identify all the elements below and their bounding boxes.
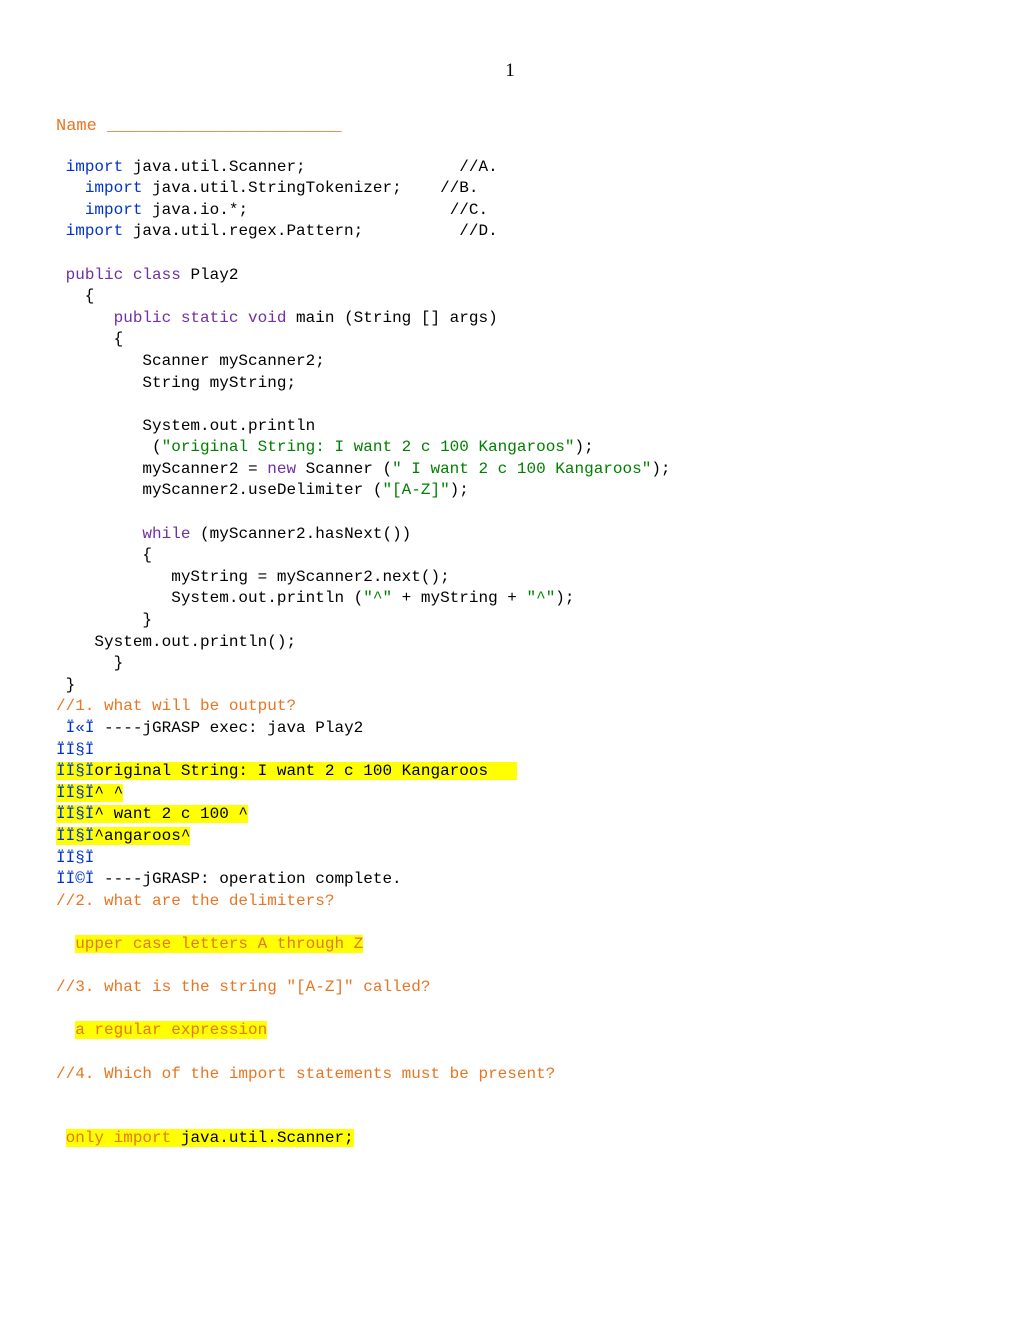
jgrasp-prefix: ÏÏ§Ï (56, 784, 94, 802)
cmt-c: //C. (450, 201, 488, 219)
close-paren: ); (651, 460, 670, 478)
kw-import: import (66, 158, 124, 176)
document-content: Name _______________________ import java… (0, 116, 1020, 1150)
while-cond: (myScanner2.hasNext()) (190, 525, 411, 543)
println-call: System.out.println (56, 417, 315, 435)
kw-import: import (66, 222, 124, 240)
assign-scanner-post: Scanner ( (296, 460, 392, 478)
output-caret3: ^angaroos^ (94, 827, 190, 845)
str-scanner-arg: " I want 2 c 100 Kangaroos" (392, 460, 651, 478)
q4-prompt: //4. Which of the import statements must… (56, 1065, 555, 1083)
assign-scanner-pre: myScanner2 = (56, 460, 267, 478)
method-close: } (56, 654, 123, 672)
output-caret2: ^ want 2 c 100 ^ (94, 805, 248, 823)
jgrasp-prefix: Ï«Ï (66, 719, 95, 737)
use-delim-pre: myScanner2.useDelimiter ( (56, 481, 382, 499)
plus-mystr: + myString + (392, 589, 526, 607)
kw-class: class (133, 266, 181, 284)
import-c: java.io.*; (142, 201, 248, 219)
jgrasp-prefix: ÏÏ§Ï (56, 827, 94, 845)
caret1: "^" (363, 589, 392, 607)
cmt-a: //A. (459, 158, 497, 176)
jgrasp-prefix: ÏÏ§Ï (56, 762, 94, 780)
jgrasp-complete: ----jGRASP: operation complete. (94, 870, 401, 888)
import-b: java.util.StringTokenizer; (142, 179, 401, 197)
jgrasp-exec: ----jGRASP exec: java Play2 (94, 719, 363, 737)
import-a: java.util.Scanner; (123, 158, 305, 176)
kw-while: while (142, 525, 190, 543)
q3-prompt: //3. what is the string "[A-Z]" called? (56, 978, 430, 996)
jgrasp-prefix: ÏÏ§Ï (56, 805, 94, 823)
kw-public: public (114, 309, 172, 327)
assign-next: myString = myScanner2.next(); (56, 568, 450, 586)
q2-prompt: //2. what are the delimiters? (56, 892, 334, 910)
page-number: 1 (0, 0, 1020, 116)
decl-scanner: Scanner myScanner2; (56, 352, 325, 370)
q3-answer: a regular expression (75, 1021, 267, 1039)
import-d: java.util.regex.Pattern; (123, 222, 363, 240)
decl-string: String myString; (56, 374, 296, 392)
str-original: "original String: I want 2 c 100 Kangaro… (162, 438, 575, 456)
jgrasp-prefix: ÏÏ©Ï (56, 870, 94, 888)
cmt-b: //B. (440, 179, 478, 197)
kw-import: import (85, 179, 143, 197)
q4-answer-post: java.util.Scanner; (171, 1129, 353, 1147)
output-original: original String: I want 2 c 100 Kangaroo… (94, 762, 516, 780)
close-paren: ); (555, 589, 574, 607)
class-name: Play2 (190, 266, 238, 284)
paren-close: ); (575, 438, 594, 456)
code-block: import java.util.Scanner; //A. import ja… (56, 157, 1020, 697)
q1-prompt: //1. what will be output? (56, 697, 296, 715)
kw-public: public (66, 266, 124, 284)
print-line-pre: System.out.println ( (56, 589, 363, 607)
main-sig: main (String [] args) (286, 309, 497, 327)
while-close: } (56, 611, 152, 629)
kw-void: void (248, 309, 286, 327)
class-close: } (56, 676, 75, 694)
kw-new: new (267, 460, 296, 478)
jgrasp-prefix: ÏÏ§Ï (56, 741, 94, 759)
while-open: { (56, 546, 152, 564)
kw-import: import (85, 201, 143, 219)
paren-open: ( (56, 438, 162, 456)
final-println: System.out.println(); (56, 633, 296, 651)
close-paren: ); (450, 481, 469, 499)
name-field-label: Name _______________________ (56, 116, 1020, 139)
kw-static: static (181, 309, 239, 327)
q4-answer-pre: only import (66, 1129, 172, 1147)
cmt-d: //D. (459, 222, 497, 240)
caret2: "^" (526, 589, 555, 607)
jgrasp-prefix: ÏÏ§Ï (56, 849, 94, 867)
str-delim: "[A-Z]" (382, 481, 449, 499)
q2-answer: upper case letters A through Z (75, 935, 363, 953)
output-caret1: ^ ^ (94, 784, 123, 802)
output-block: //1. what will be output? Ï«Ï ----jGRASP… (56, 696, 1020, 1149)
